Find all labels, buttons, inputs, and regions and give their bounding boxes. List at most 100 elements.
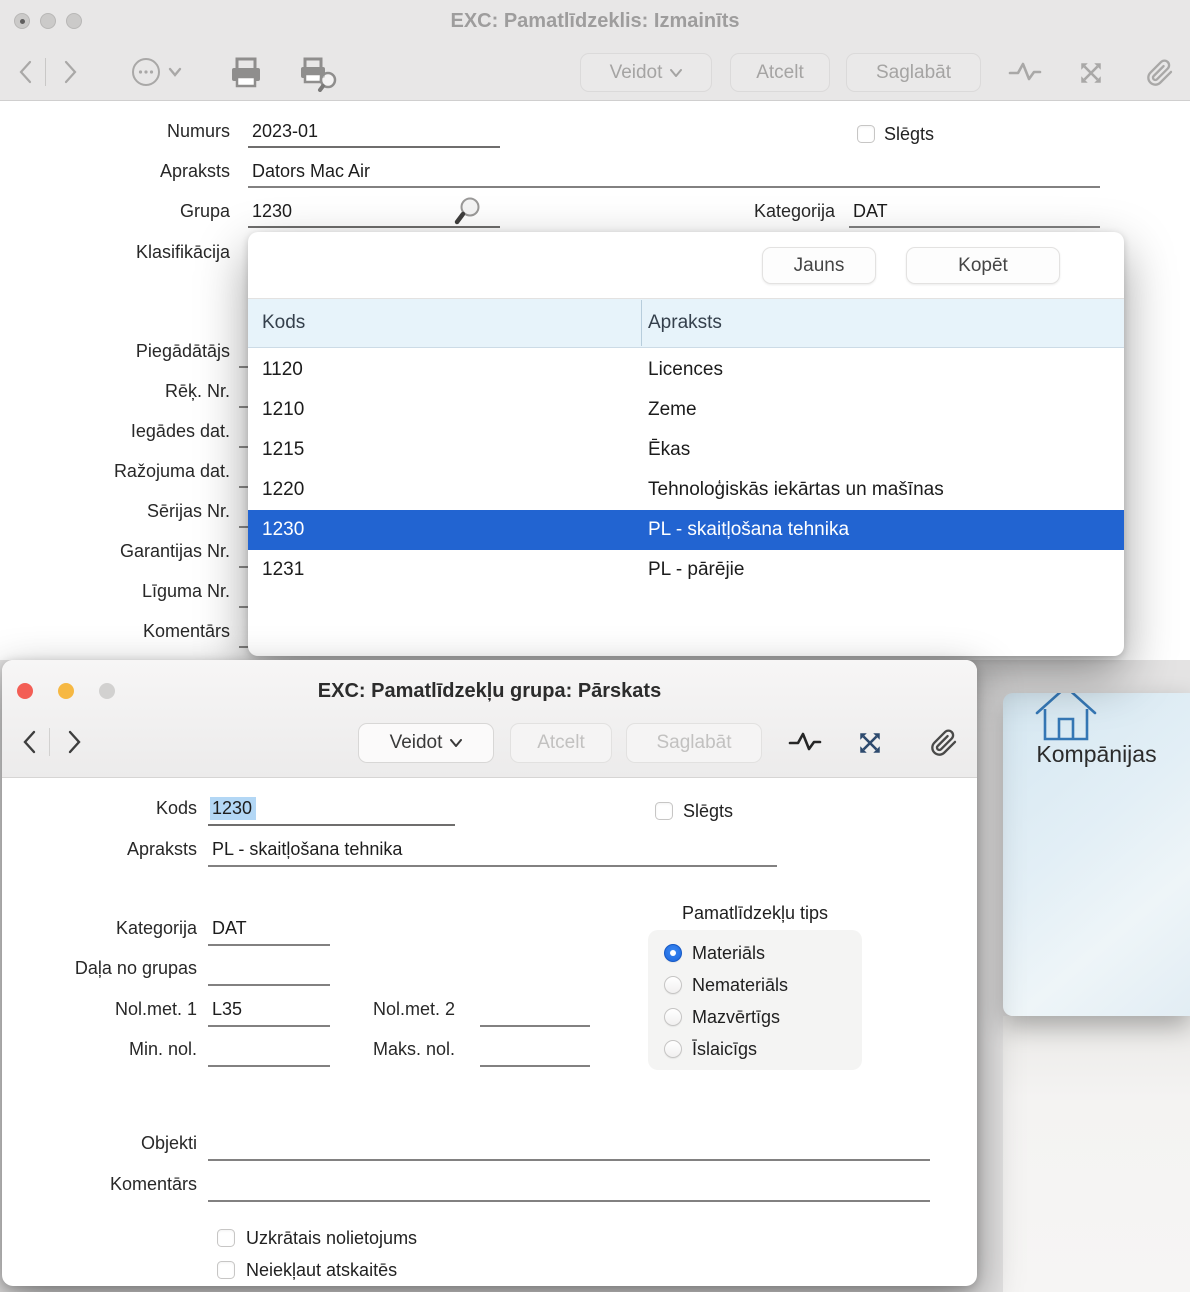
- list-row[interactable]: 1215Ēkas: [248, 430, 1124, 470]
- activity-icon[interactable]: [788, 730, 822, 759]
- nolmet2-label: Nol.met. 2: [342, 998, 465, 1020]
- asset-group-paste-special-window: Jauns Kopēt Kods Apraksts 1120Licences 1…: [248, 232, 1124, 656]
- asset-group-window: EXC: Pamatlīdzekļu grupa: Pārskats Veido…: [2, 660, 977, 1286]
- back-icon[interactable]: [14, 58, 38, 91]
- grupa-value[interactable]: 1230: [252, 200, 292, 222]
- radio-nemateriāls-label: Nemateriāls: [692, 975, 788, 995]
- rek-nr-label: Rēķ. Nr.: [0, 380, 240, 402]
- nav-divider: [45, 58, 46, 86]
- apraksts-value[interactable]: PL - skaitļošana tehnika: [212, 838, 402, 860]
- kategorija-underline: [849, 226, 1100, 228]
- komentars-label: Komentārs: [2, 1173, 207, 1195]
- tips-heading: Pamatlīdzekļu tips: [648, 903, 862, 924]
- radio-islaicigs[interactable]: [664, 1040, 682, 1058]
- forward-icon[interactable]: [58, 58, 82, 91]
- background-window-area: [1003, 1016, 1190, 1292]
- activity-icon[interactable]: [1008, 60, 1042, 89]
- list-row-selected[interactable]: 1230PL - skaitļošana tehnika: [248, 510, 1124, 550]
- saglabat-button[interactable]: Saglabāt: [846, 53, 981, 92]
- radio-mazvertigs-label: Mazvērtīgs: [692, 1007, 780, 1027]
- piegadatajs-label: Piegādātājs: [0, 340, 240, 362]
- neieklaut-atskaites-checkbox[interactable]: [217, 1261, 235, 1279]
- list-row[interactable]: 1210Zeme: [248, 390, 1124, 430]
- apraksts-underline: [248, 186, 1100, 188]
- kods-column-header[interactable]: Kods: [262, 312, 305, 334]
- garantijas-nr-label: Garantijas Nr.: [0, 540, 240, 562]
- serijas-nr-label: Sērijas Nr.: [0, 500, 240, 522]
- nolmet1-label: Nol.met. 1: [2, 998, 207, 1020]
- radio-islaicigs-label: Īslaicīgs: [692, 1039, 757, 1059]
- kategorija-label: Kategorija: [2, 917, 207, 939]
- group-window-title: EXC: Pamatlīdzekļu grupa: Pārskats: [2, 680, 977, 703]
- paste-special-magnifier-icon[interactable]: [452, 196, 484, 231]
- kods-label: Kods: [2, 797, 207, 819]
- saglabat-button: Saglabāt: [626, 723, 762, 763]
- list-row[interactable]: 1120Licences: [248, 350, 1124, 390]
- maks-nol-underline: [480, 1065, 590, 1067]
- veidot-button[interactable]: Veidot: [580, 53, 712, 92]
- forward-icon[interactable]: [62, 728, 86, 761]
- apraksts-label: Apraksts: [0, 160, 240, 182]
- dala-no-grupas-underline: [208, 984, 330, 986]
- uzkratais-nolietojums-checkbox[interactable]: [217, 1229, 235, 1247]
- atcelt-button[interactable]: Atcelt: [730, 53, 830, 92]
- selected-text: 1230: [210, 797, 256, 820]
- operations-menu-icon[interactable]: [130, 56, 184, 93]
- apraksts-column-header[interactable]: Apraksts: [648, 312, 722, 334]
- iegades-dat-label: Iegādes dat.: [0, 420, 240, 442]
- numurs-label: Numurs: [0, 120, 240, 142]
- expand-icon[interactable]: [1078, 60, 1104, 91]
- print-preview-icon[interactable]: [296, 56, 342, 97]
- list-row[interactable]: 1231PL - pārējie: [248, 550, 1124, 590]
- min-nol-label: Min. nol.: [2, 1038, 207, 1060]
- paperclip-icon[interactable]: [1146, 58, 1174, 93]
- dala-no-grupas-label: Daļa no grupas: [2, 957, 207, 979]
- print-icon[interactable]: [228, 56, 264, 95]
- paperclip-icon[interactable]: [930, 728, 958, 763]
- radio-mazvertigs[interactable]: [664, 1008, 682, 1026]
- kategorija-label: Kategorija: [700, 200, 845, 222]
- slegts-checkbox[interactable]: [857, 125, 875, 143]
- atcelt-button: Atcelt: [510, 723, 612, 763]
- kods-value[interactable]: 1230: [212, 797, 256, 819]
- min-nol-underline: [208, 1065, 330, 1067]
- numurs-value[interactable]: 2023-01: [252, 120, 318, 142]
- razojuma-dat-label: Ražojuma dat.: [0, 460, 240, 482]
- nolmet1-underline: [208, 1025, 330, 1027]
- slegts-checkbox-label: Slēgts: [884, 124, 934, 144]
- companies-label: Kompānijas: [1003, 741, 1190, 768]
- slegts-checkbox-label: Slēgts: [683, 801, 733, 821]
- kopet-button[interactable]: Kopēt: [906, 247, 1060, 284]
- numurs-underline: [248, 146, 500, 148]
- asset-window-titlebar: EXC: Pamatlīdzeklis: Izmainīts: [0, 0, 1190, 101]
- column-divider: [641, 300, 642, 346]
- radio-materials[interactable]: [664, 944, 682, 962]
- veidot-button[interactable]: Veidot: [358, 723, 494, 763]
- objekti-label: Objekti: [2, 1132, 207, 1154]
- jauns-button[interactable]: Jauns: [762, 247, 876, 284]
- nolmet2-underline: [480, 1025, 590, 1027]
- asset-type-radio-group: Materiāls Nemateriāls Mazvērtīgs Īslaicī…: [648, 930, 862, 1070]
- back-icon[interactable]: [18, 728, 42, 761]
- apraksts-label: Apraksts: [2, 838, 207, 860]
- neieklaut-atskaites-label: Neiekļaut atskaitēs: [246, 1260, 397, 1280]
- liguma-nr-label: Līguma Nr.: [0, 580, 240, 602]
- nolmet1-value[interactable]: L35: [212, 998, 242, 1020]
- companies-panel[interactable]: Kompānijas: [1003, 693, 1190, 1016]
- kategorija-value[interactable]: DAT: [212, 917, 247, 939]
- house-icon: [1033, 693, 1099, 748]
- list-header: Kods Apraksts: [248, 298, 1124, 348]
- radio-nemateriāls[interactable]: [664, 976, 682, 994]
- nav-divider: [49, 728, 50, 756]
- apraksts-underline: [208, 865, 777, 867]
- list-row[interactable]: 1220Tehnoloģiskās iekārtas un mašīnas: [248, 470, 1124, 510]
- expand-icon[interactable]: [857, 730, 883, 761]
- komentars-underline: [208, 1200, 930, 1202]
- radio-materials-label: Materiāls: [692, 943, 765, 963]
- uzkratais-nolietojums-label: Uzkrātais nolietojums: [246, 1228, 417, 1248]
- kategorija-value[interactable]: DAT: [853, 200, 888, 222]
- kategorija-underline: [208, 944, 330, 946]
- slegts-checkbox[interactable]: [655, 802, 673, 820]
- apraksts-value[interactable]: Dators Mac Air: [252, 160, 370, 182]
- asset-window-title: EXC: Pamatlīdzeklis: Izmainīts: [0, 10, 1190, 33]
